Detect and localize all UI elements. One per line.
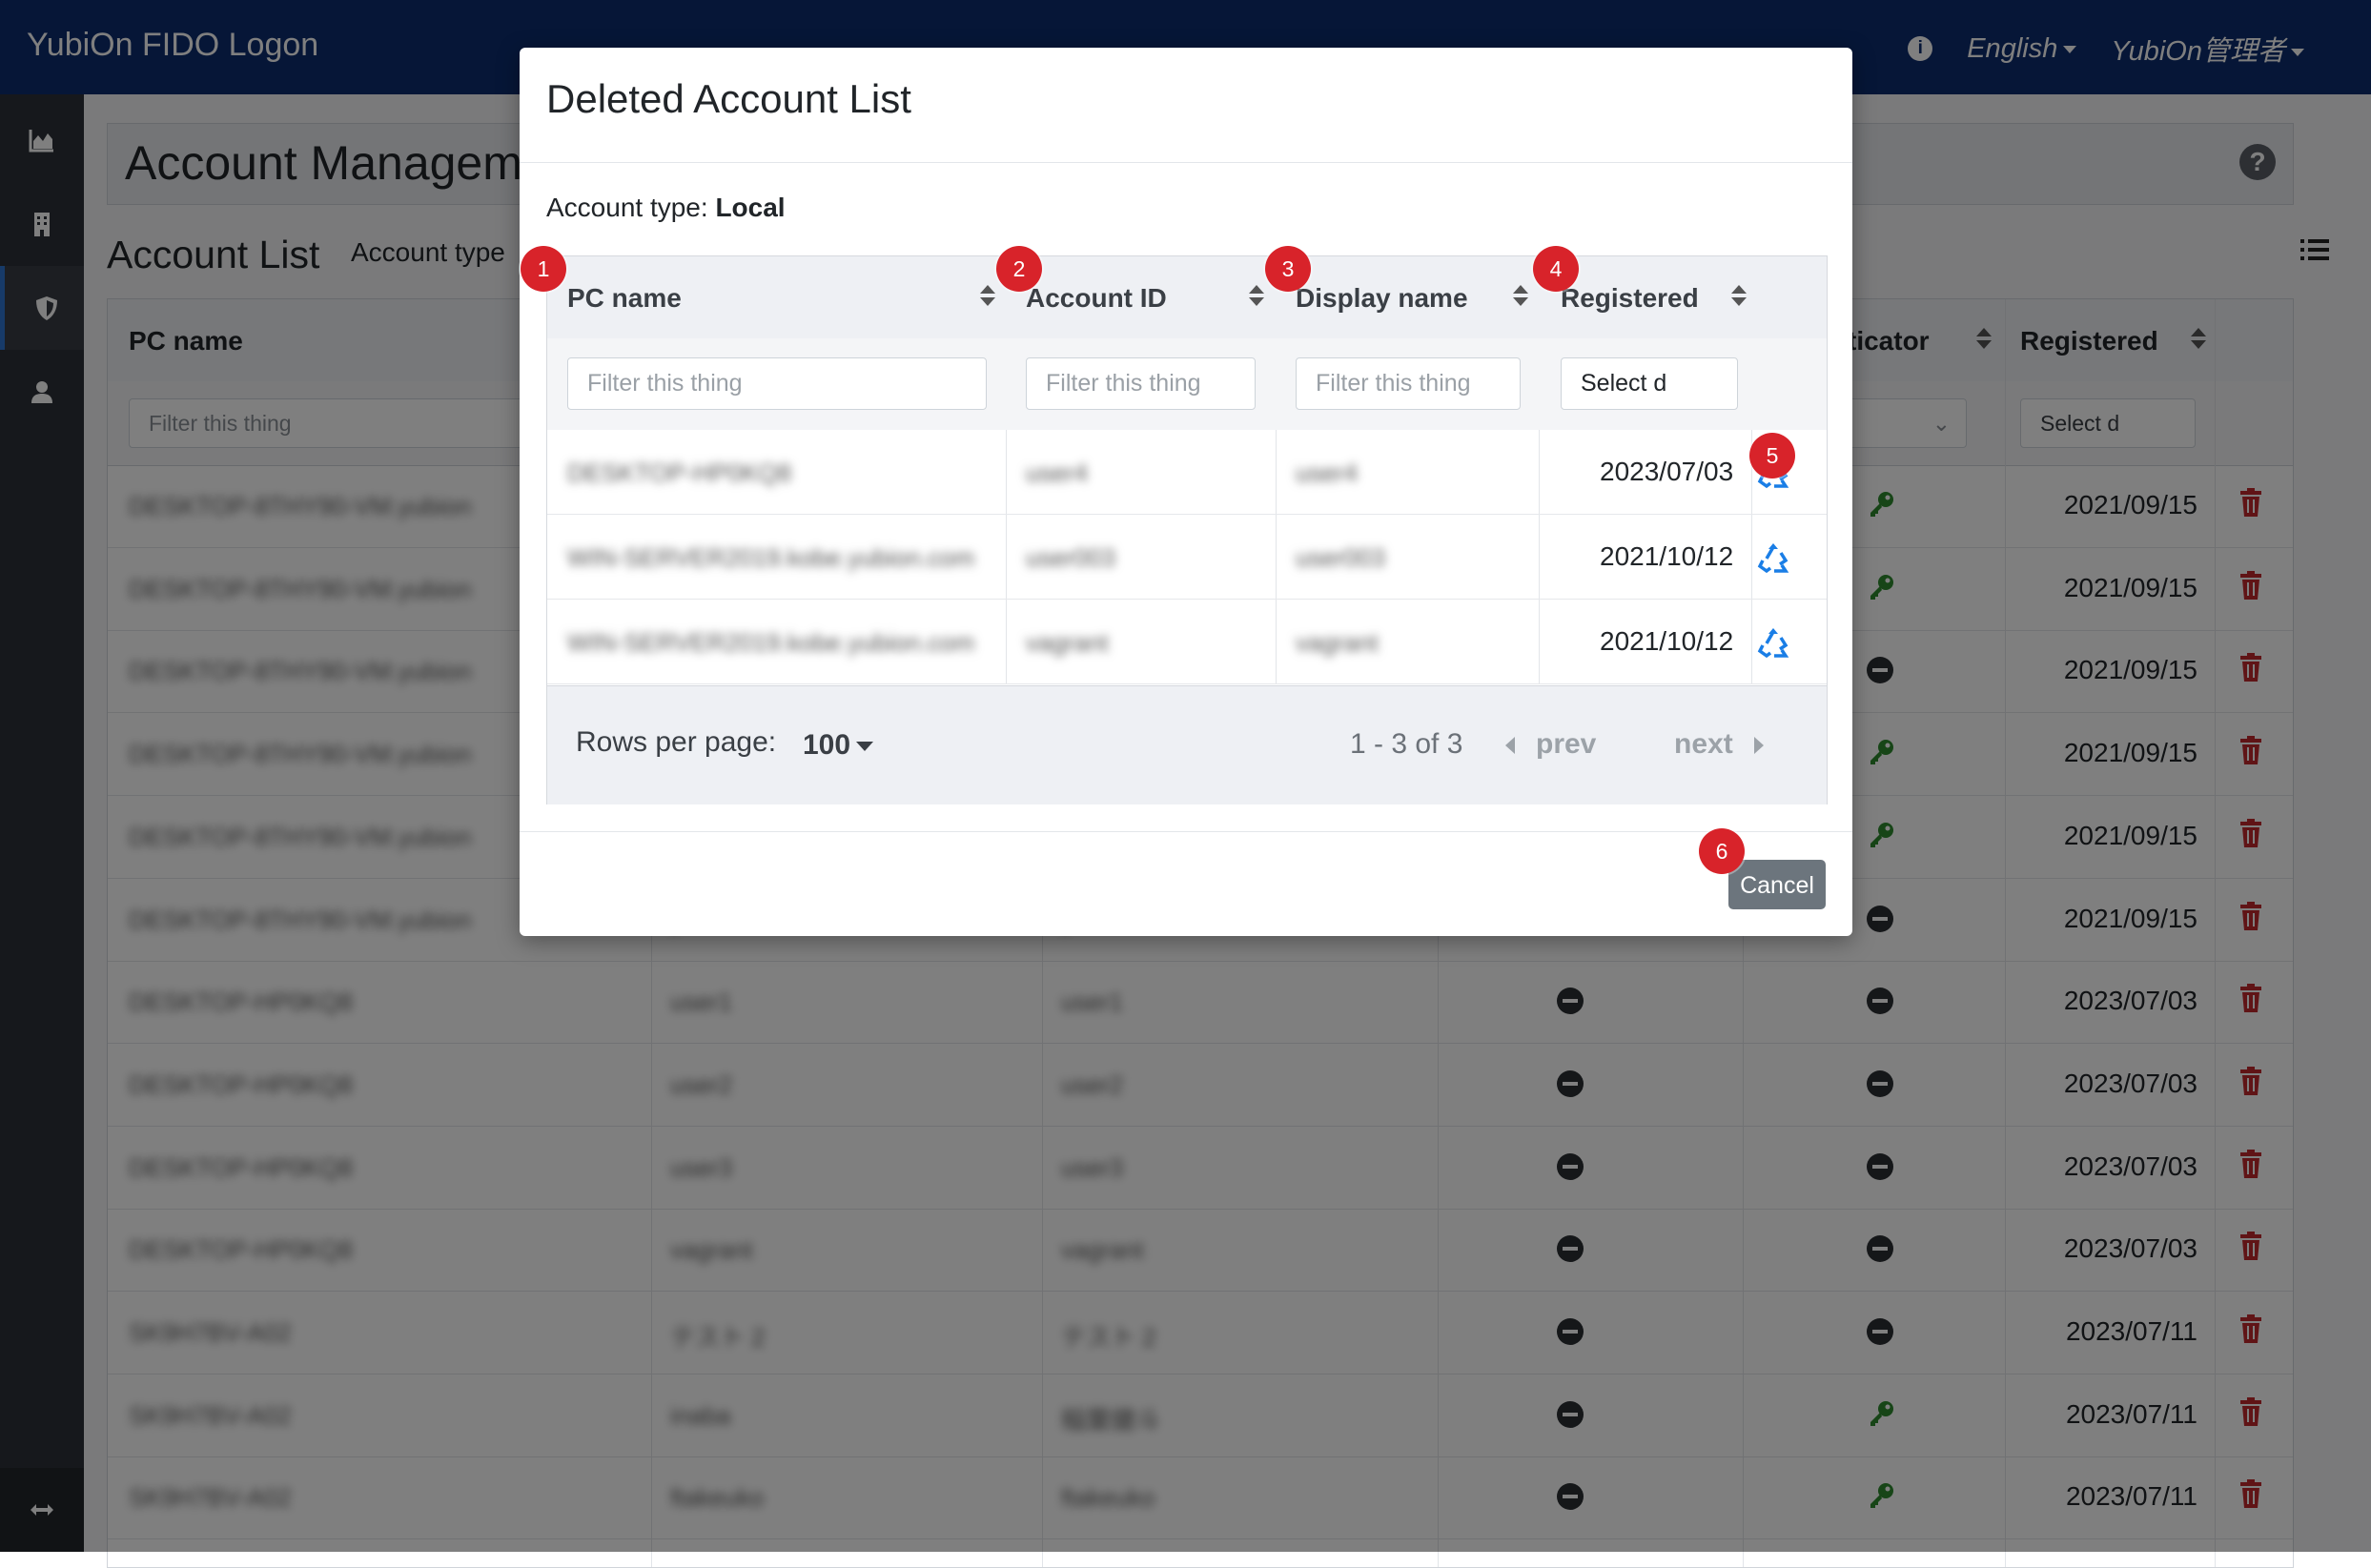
registered-date-cell: 2021/10/12 xyxy=(1600,626,1734,656)
chevron-down-icon xyxy=(856,742,874,752)
recycle-icon[interactable] xyxy=(1757,626,1789,659)
column-divider xyxy=(1751,515,1752,599)
table-header: PC name Account ID Display name Register… xyxy=(547,256,1827,339)
column-pc-name[interactable]: PC name xyxy=(567,283,682,314)
callout-badge-1: 1 xyxy=(521,246,566,292)
callout-badge-3: 3 xyxy=(1265,246,1311,292)
modal-account-type: Account type: Local xyxy=(546,193,786,223)
rows-per-page-label: Rows per page: xyxy=(576,726,777,758)
prev-page-button[interactable]: prev xyxy=(1505,728,1596,761)
table-pagination: Rows per page: 100 1 - 3 of 3 prev next xyxy=(547,685,1827,804)
cancel-button[interactable]: Cancel xyxy=(1728,860,1826,909)
column-divider xyxy=(1751,600,1752,683)
display-name-cell: vagrant xyxy=(1296,628,1379,657)
column-divider xyxy=(1539,515,1540,599)
account-type-label: Account type: xyxy=(546,193,708,222)
prev-label: prev xyxy=(1536,728,1597,760)
column-registered[interactable]: Registered xyxy=(1561,283,1699,314)
deleted-account-modal: Deleted Account List Account type: Local… xyxy=(520,48,1852,936)
table-row[interactable]: DESKTOP-HP0KQ8 user4 user4 2023/07/03 xyxy=(547,430,1827,515)
modal-footer-divider xyxy=(520,831,1852,832)
sort-icon[interactable] xyxy=(1249,285,1264,308)
account-id-cell: user4 xyxy=(1026,458,1089,487)
modal-title: Deleted Account List xyxy=(546,76,911,121)
display-name-cell: user4 xyxy=(1296,458,1359,487)
callout-badge-5: 5 xyxy=(1749,433,1795,479)
display-name-filter-input[interactable]: Filter this thing xyxy=(1296,357,1521,410)
pc-name-cell: WIN-SERVER2019.kobe.yubion.com xyxy=(567,628,975,657)
modal-header: Deleted Account List xyxy=(520,48,1852,163)
column-divider xyxy=(1006,515,1007,599)
rows-per-page-value: 100 xyxy=(803,729,851,761)
sort-icon[interactable] xyxy=(980,285,995,308)
deleted-account-table: PC name Account ID Display name Register… xyxy=(546,255,1828,804)
column-divider xyxy=(1276,515,1277,599)
next-label: next xyxy=(1674,728,1733,760)
column-divider xyxy=(1006,430,1007,514)
pc-name-filter-input[interactable]: Filter this thing xyxy=(567,357,987,410)
chevron-left-icon xyxy=(1505,737,1515,755)
pc-name-cell: WIN-SERVER2019.kobe.yubion.com xyxy=(567,543,975,572)
column-divider xyxy=(1006,600,1007,683)
column-divider xyxy=(1539,600,1540,683)
column-account-id[interactable]: Account ID xyxy=(1026,283,1167,314)
account-type-value: Local xyxy=(715,193,786,222)
table-filter-row: Filter this thing Filter this thing Filt… xyxy=(547,338,1827,431)
chevron-right-icon xyxy=(1753,737,1764,755)
table-row[interactable]: WIN-SERVER2019.kobe.yubion.com user003 use… xyxy=(547,515,1827,600)
callout-badge-4: 4 xyxy=(1533,246,1579,292)
column-divider xyxy=(1276,600,1277,683)
account-id-filter-input[interactable]: Filter this thing xyxy=(1026,357,1256,410)
callout-badge-2: 2 xyxy=(996,246,1042,292)
sort-icon[interactable] xyxy=(1513,285,1528,308)
pagination-range: 1 - 3 of 3 xyxy=(1350,728,1463,760)
registered-date-cell: 2021/10/12 xyxy=(1600,541,1734,571)
account-id-cell: vagrant xyxy=(1026,628,1109,657)
recycle-icon[interactable] xyxy=(1757,541,1789,574)
next-page-button[interactable]: next xyxy=(1674,728,1764,761)
column-divider xyxy=(1539,430,1540,514)
registered-date-filter[interactable]: Select d xyxy=(1561,357,1738,410)
column-divider xyxy=(1276,430,1277,514)
registered-date-cell: 2023/07/03 xyxy=(1600,457,1734,486)
account-id-cell: user003 xyxy=(1026,543,1115,572)
rows-per-page-select[interactable]: 100 xyxy=(803,729,874,762)
sort-icon[interactable] xyxy=(1731,285,1747,308)
callout-badge-6: 6 xyxy=(1699,828,1745,874)
pc-name-cell: DESKTOP-HP0KQ8 xyxy=(567,458,792,487)
column-display-name[interactable]: Display name xyxy=(1296,283,1468,314)
display-name-cell: user003 xyxy=(1296,543,1385,572)
table-row[interactable]: WIN-SERVER2019.kobe.yubion.com vagrant vag… xyxy=(547,600,1827,684)
